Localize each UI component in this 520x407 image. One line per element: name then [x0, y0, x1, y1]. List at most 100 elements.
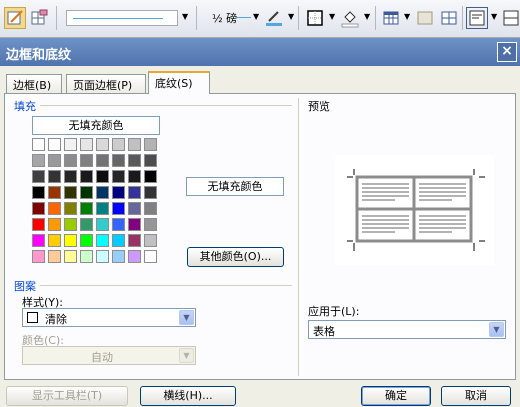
color-swatch[interactable] [112, 154, 125, 167]
close-button[interactable]: × [497, 42, 517, 62]
shading-dropdown-icon[interactable]: ▼ [364, 12, 370, 21]
color-swatch[interactable] [96, 186, 109, 199]
align-button[interactable] [466, 7, 488, 29]
color-swatch[interactable] [32, 154, 45, 167]
more-colors-button[interactable]: 其他颜色(O)... [187, 247, 284, 267]
color-swatch[interactable] [48, 154, 61, 167]
color-swatch[interactable] [144, 186, 157, 199]
color-swatch[interactable] [112, 202, 125, 215]
color-swatch[interactable] [48, 170, 61, 183]
pattern-color-select[interactable]: 自动 ▼ [22, 346, 196, 365]
color-swatch[interactable] [96, 234, 109, 247]
eraser-button[interactable] [28, 7, 50, 29]
color-swatch[interactable] [96, 250, 109, 263]
color-swatch[interactable] [80, 138, 93, 151]
pencil-icon [7, 10, 23, 25]
color-swatch[interactable] [80, 154, 93, 167]
borders-button[interactable] [304, 7, 326, 29]
tab-shading[interactable]: 底纹(S) [148, 71, 210, 94]
color-swatch[interactable] [128, 186, 141, 199]
color-swatch[interactable] [64, 202, 77, 215]
color-swatch[interactable] [96, 170, 109, 183]
dialog-title-bar[interactable]: 边框和底纹 × [0, 38, 520, 66]
color-swatch[interactable] [32, 250, 45, 263]
color-swatch[interactable] [32, 186, 45, 199]
color-swatch[interactable] [96, 218, 109, 231]
color-swatch[interactable] [32, 138, 45, 151]
color-swatch[interactable] [128, 218, 141, 231]
insert-table-button[interactable] [380, 7, 402, 29]
merge-cells-icon [417, 11, 433, 25]
color-swatch[interactable] [48, 218, 61, 231]
cancel-button[interactable]: 取消 [441, 386, 511, 406]
distribute-rows-button[interactable] [500, 7, 520, 29]
color-swatch[interactable] [64, 170, 77, 183]
borders-dropdown-icon[interactable]: ▼ [329, 12, 335, 21]
color-swatch[interactable] [48, 250, 61, 263]
color-swatch[interactable] [96, 138, 109, 151]
color-swatch[interactable] [128, 154, 141, 167]
color-swatch[interactable] [144, 154, 157, 167]
border-color-dropdown-icon[interactable]: ▼ [288, 12, 294, 21]
color-swatch[interactable] [64, 250, 77, 263]
color-swatch[interactable] [32, 234, 45, 247]
color-swatch[interactable] [112, 250, 125, 263]
color-swatch[interactable] [64, 218, 77, 231]
color-swatch[interactable] [80, 202, 93, 215]
color-swatch[interactable] [112, 218, 125, 231]
show-toolbar-button[interactable]: 显示工具栏(T) [6, 386, 128, 406]
align-dropdown-icon[interactable]: ▼ [491, 12, 497, 21]
apply-to-select[interactable]: 表格 ▼ [308, 320, 506, 339]
ok-button[interactable]: 确定 [361, 386, 431, 406]
line-weight-label[interactable]: ½ 磅 [212, 10, 237, 26]
border-color-button[interactable] [263, 7, 285, 29]
color-swatch[interactable] [32, 202, 45, 215]
color-swatch[interactable] [80, 170, 93, 183]
color-swatch[interactable] [144, 138, 157, 151]
color-swatch[interactable] [128, 138, 141, 151]
color-swatch[interactable] [32, 170, 45, 183]
line-style-dropdown-icon[interactable]: ▼ [182, 12, 188, 21]
color-swatch[interactable] [32, 218, 45, 231]
color-swatch[interactable] [144, 218, 157, 231]
color-swatch[interactable] [144, 234, 157, 247]
color-swatch[interactable] [80, 234, 93, 247]
color-swatch[interactable] [64, 138, 77, 151]
line-weight-dropdown-icon[interactable]: ▼ [253, 12, 259, 21]
no-fill-color-button[interactable]: 无填充颜色 [32, 116, 160, 135]
tab-page-borders[interactable]: 页面边框(P) [66, 74, 146, 93]
draw-table-button[interactable] [4, 7, 26, 29]
color-swatch[interactable] [112, 186, 125, 199]
color-swatch[interactable] [144, 202, 157, 215]
color-swatch[interactable] [128, 202, 141, 215]
color-swatch[interactable] [112, 138, 125, 151]
color-swatch[interactable] [112, 170, 125, 183]
color-swatch[interactable] [48, 234, 61, 247]
color-swatch[interactable] [48, 138, 61, 151]
color-swatch[interactable] [144, 250, 157, 263]
color-swatch[interactable] [128, 234, 141, 247]
color-swatch[interactable] [80, 250, 93, 263]
color-swatch[interactable] [80, 218, 93, 231]
style-select[interactable]: 清除 ▼ [22, 308, 196, 327]
insert-table-dropdown-icon[interactable]: ▼ [404, 12, 410, 21]
color-swatch[interactable] [64, 186, 77, 199]
color-swatch[interactable] [96, 202, 109, 215]
line-style-select[interactable] [66, 10, 178, 26]
color-swatch[interactable] [48, 202, 61, 215]
shading-color-button[interactable] [339, 7, 361, 29]
color-swatch[interactable] [112, 234, 125, 247]
horizontal-line-button[interactable]: 横线(H)... [140, 386, 236, 406]
color-swatch[interactable] [128, 250, 141, 263]
color-swatch[interactable] [144, 170, 157, 183]
color-swatch[interactable] [48, 186, 61, 199]
split-cells-button[interactable] [438, 7, 460, 29]
merge-cells-button[interactable] [414, 7, 436, 29]
color-swatch[interactable] [80, 186, 93, 199]
color-swatch[interactable] [96, 154, 109, 167]
color-swatch[interactable] [64, 234, 77, 247]
align-icon [469, 10, 485, 26]
color-swatch[interactable] [64, 154, 77, 167]
tab-borders[interactable]: 边框(B) [6, 74, 62, 93]
color-swatch[interactable] [128, 170, 141, 183]
